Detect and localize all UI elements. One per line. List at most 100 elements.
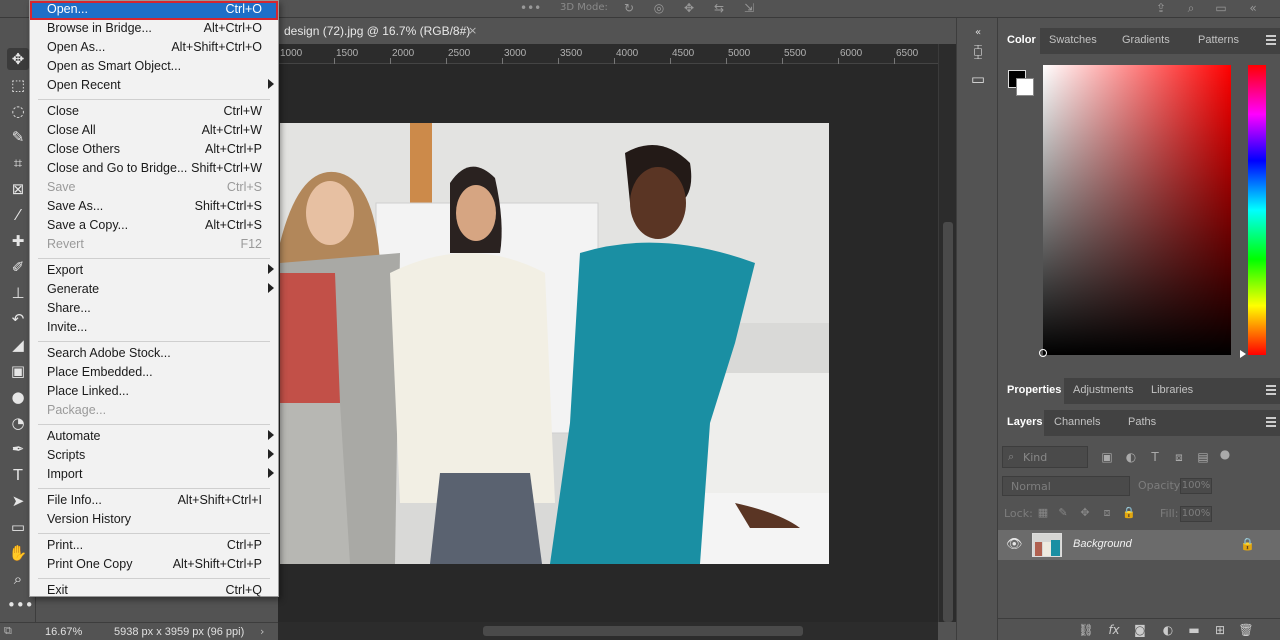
menu-item-save-a-copy[interactable]: Save a Copy... Alt+Ctrl+S xyxy=(30,217,278,236)
menu-item-close-and-go-to-bridge[interactable]: Close and Go to Bridge... Shift+Ctrl+W xyxy=(30,160,278,179)
blend-mode-select[interactable]: Normal xyxy=(1002,476,1130,496)
opacity-input[interactable]: 100% xyxy=(1180,478,1212,494)
crop-icon[interactable]: ⌗ xyxy=(7,152,29,174)
gradient-icon[interactable]: ▣ xyxy=(7,360,29,382)
zoom-level[interactable]: 16.67% xyxy=(45,626,82,638)
filter-adjustment-icon[interactable]: ◐ xyxy=(1124,450,1138,464)
status-menu-arrow[interactable]: › xyxy=(260,625,264,638)
tab-libraries[interactable]: Libraries xyxy=(1151,384,1193,396)
menu-item-print-one-copy[interactable]: Print One Copy Alt+Shift+Ctrl+P xyxy=(30,556,278,575)
new-group-icon[interactable]: ▬ xyxy=(1186,622,1202,638)
menu-item-place-embedded[interactable]: Place Embedded... xyxy=(30,364,278,383)
collapse-icon[interactable]: « xyxy=(1244,1,1262,15)
dodge-icon[interactable]: ◔ xyxy=(7,412,29,434)
new-layer-icon[interactable]: ⊞ xyxy=(1212,622,1228,638)
eraser-icon[interactable]: ◢ xyxy=(7,334,29,356)
3d-rotate-icon[interactable]: ↻ xyxy=(620,1,638,15)
3d-slide-icon[interactable]: ⇆ xyxy=(710,1,728,15)
menu-item-automate[interactable]: Automate xyxy=(30,428,278,447)
tab-adjustments[interactable]: Adjustments xyxy=(1073,384,1134,396)
menu-item-export[interactable]: Export xyxy=(30,262,278,281)
menu-item-search-adobe-stock[interactable]: Search Adobe Stock... xyxy=(30,345,278,364)
layer-filter-select[interactable]: ⌕ Kind xyxy=(1002,446,1088,468)
filter-type-icon[interactable]: T xyxy=(1148,450,1162,464)
eyedropper-icon[interactable]: ⁄ xyxy=(7,204,29,226)
lasso-icon[interactable]: ◌ xyxy=(7,100,29,122)
tab-swatches[interactable]: Swatches xyxy=(1049,34,1097,46)
background-color-swatch[interactable] xyxy=(1016,78,1034,96)
filter-smart-object-icon[interactable]: ▤ xyxy=(1196,450,1210,464)
tab-properties[interactable]: Properties xyxy=(1007,384,1061,396)
lock-all-icon[interactable]: 🔒 xyxy=(1122,506,1136,520)
menu-item-open[interactable]: Open... Ctrl+O xyxy=(30,1,278,20)
3d-scale-icon[interactable]: ⇲ xyxy=(740,1,758,15)
share-icon[interactable]: ⇪ xyxy=(1152,1,1170,15)
quick-select-icon[interactable]: ✎ xyxy=(7,126,29,148)
tab-patterns[interactable]: Patterns xyxy=(1198,34,1239,46)
menu-item-place-linked[interactable]: Place Linked... xyxy=(30,383,278,402)
color-picker-marker[interactable] xyxy=(1039,349,1047,357)
menu-item-generate[interactable]: Generate xyxy=(30,281,278,300)
document-tab[interactable]: design (72).jpg @ 16.7% (RGB/8#) × xyxy=(278,18,484,44)
healing-icon[interactable]: ✚ xyxy=(7,230,29,252)
panel-menu-icon[interactable] xyxy=(1266,385,1276,395)
menu-item-save-as[interactable]: Save As... Shift+Ctrl+S xyxy=(30,198,278,217)
eye-icon[interactable]: 👁 xyxy=(1006,537,1023,552)
panel-menu-icon[interactable] xyxy=(1266,417,1276,427)
menu-item-import[interactable]: Import xyxy=(30,466,278,485)
horizontal-scrollbar-thumb[interactable] xyxy=(483,626,803,636)
menu-item-open-as-smart-object[interactable]: Open as Smart Object... xyxy=(30,58,278,77)
filter-toggle-icon[interactable]: ● xyxy=(1218,447,1232,461)
more-tools-icon[interactable]: ••• xyxy=(7,594,34,616)
menu-item-close-all[interactable]: Close All Alt+Ctrl+W xyxy=(30,122,278,141)
menu-item-print[interactable]: Print... Ctrl+P xyxy=(30,537,278,556)
layer-style-icon[interactable]: fx xyxy=(1106,622,1122,638)
more-options-icon[interactable]: ••• xyxy=(520,1,541,15)
hue-slider[interactable] xyxy=(1248,65,1266,355)
lock-artboard-icon[interactable]: ⧈ xyxy=(1100,506,1114,520)
panel-menu-icon[interactable] xyxy=(1266,35,1276,45)
lock-transparent-icon[interactable]: ▦ xyxy=(1036,506,1050,520)
workspace-icon[interactable]: ▭ xyxy=(1212,1,1230,15)
horizontal-scrollbar[interactable] xyxy=(278,622,938,640)
tab-color[interactable]: Color xyxy=(1007,34,1036,46)
lock-position-icon[interactable]: ✥ xyxy=(1078,506,1092,520)
vertical-scrollbar[interactable] xyxy=(938,44,956,622)
menu-item-close[interactable]: Close Ctrl+W xyxy=(30,103,278,122)
menu-item-version-history[interactable]: Version History xyxy=(30,511,278,530)
color-picker-field[interactable] xyxy=(1043,65,1231,355)
hue-slider-marker[interactable] xyxy=(1240,350,1246,358)
history-brush-icon[interactable]: ↶ xyxy=(7,308,29,330)
3d-roll-icon[interactable]: ◎ xyxy=(650,1,668,15)
filter-shape-icon[interactable]: ⧈ xyxy=(1172,450,1186,464)
menu-item-share[interactable]: Share... xyxy=(30,300,278,319)
blur-icon[interactable]: ● xyxy=(7,386,29,408)
fill-input[interactable]: 100% xyxy=(1180,506,1212,522)
comments-panel-icon[interactable]: ▭ xyxy=(967,68,989,90)
filter-pixel-icon[interactable]: ▣ xyxy=(1100,450,1114,464)
rectangle-icon[interactable]: ▭ xyxy=(7,516,29,538)
menu-item-close-others[interactable]: Close Others Alt+Ctrl+P xyxy=(30,141,278,160)
history-panel-icon[interactable]: ⧮ xyxy=(967,40,989,62)
move-icon[interactable]: ✥ xyxy=(7,48,29,70)
menu-item-open-as[interactable]: Open As... Alt+Shift+Ctrl+O xyxy=(30,39,278,58)
menu-item-invite[interactable]: Invite... xyxy=(30,319,278,338)
path-select-icon[interactable]: ➤ xyxy=(7,490,29,512)
brush-icon[interactable]: ✐ xyxy=(7,256,29,278)
menu-item-scripts[interactable]: Scripts xyxy=(30,447,278,466)
delete-layer-icon[interactable]: 🗑 xyxy=(1238,622,1254,638)
search-icon[interactable]: ⌕ xyxy=(1182,1,1200,15)
close-icon[interactable]: × xyxy=(468,24,477,37)
layer-name[interactable]: Background xyxy=(1073,538,1132,550)
layer-row[interactable]: 👁 Background 🔒 xyxy=(998,530,1280,560)
tab-layers[interactable]: Layers xyxy=(1007,416,1042,428)
menu-item-browse-in-bridge[interactable]: Browse in Bridge... Alt+Ctrl+O xyxy=(30,20,278,39)
tab-gradients[interactable]: Gradients xyxy=(1122,34,1170,46)
screen-mode-icon[interactable]: ⧉ xyxy=(4,624,12,638)
pen-icon[interactable]: ✒ xyxy=(7,438,29,460)
stamp-icon[interactable]: ⊥ xyxy=(7,282,29,304)
marquee-icon[interactable]: ⬚ xyxy=(7,74,29,96)
tab-channels[interactable]: Channels xyxy=(1054,416,1100,428)
add-mask-icon[interactable]: ◙ xyxy=(1132,622,1148,638)
frame-icon[interactable]: ⊠ xyxy=(7,178,29,200)
